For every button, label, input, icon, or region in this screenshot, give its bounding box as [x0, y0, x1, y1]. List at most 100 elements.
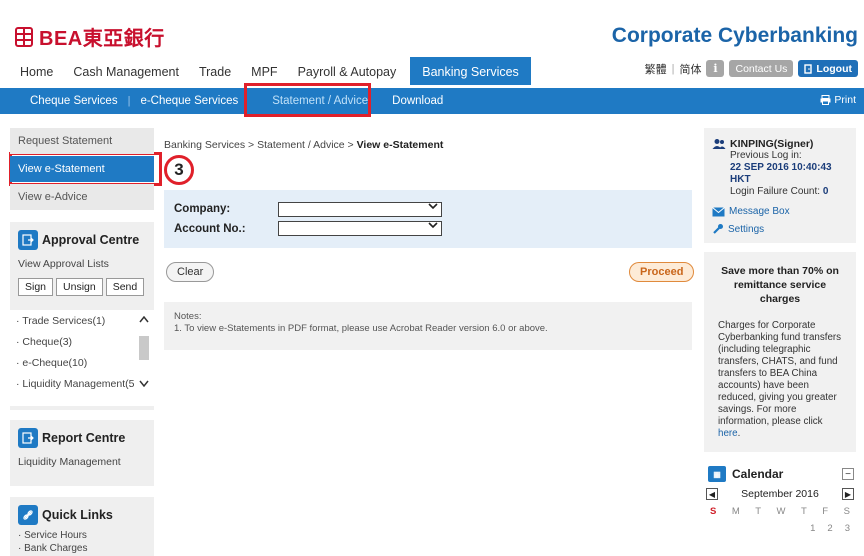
- step-number-badge: 3: [164, 155, 194, 185]
- view-approval-lists-link[interactable]: View Approval Lists: [10, 254, 154, 274]
- approval-scrollbar[interactable]: [134, 314, 154, 400]
- calendar-header: ▦ Calendar: [704, 462, 856, 486]
- approval-item-trade-services[interactable]: · Trade Services(1): [10, 310, 134, 331]
- notes-line: 1. To view e-Statements in PDF format, p…: [174, 323, 548, 334]
- previous-login-value: 22 SEP 2016 10:40:43 HKT: [730, 162, 832, 185]
- promo-title: Save more than 70% on remittance service…: [721, 265, 839, 305]
- calendar-icon: ▦: [708, 466, 726, 482]
- sidebar-item-request-statement[interactable]: Request Statement: [10, 128, 154, 154]
- subnav-e-cheque-services[interactable]: e-Cheque Services: [130, 95, 248, 107]
- subnav-cheque-services[interactable]: Cheque Services: [20, 95, 128, 107]
- promo-text: Charges for Corporate Cyberbanking fund …: [718, 320, 842, 439]
- quick-link-service-hours[interactable]: · Service Hours: [10, 529, 154, 542]
- next-month-icon[interactable]: ▶: [841, 488, 854, 500]
- approval-item-e-cheque[interactable]: · e-Cheque(10): [10, 352, 134, 373]
- approval-centre-title: Approval Centre: [10, 222, 154, 254]
- lang-simplified-link[interactable]: 简体: [679, 61, 701, 77]
- lang-separator: |: [671, 62, 675, 75]
- tab-sign[interactable]: Sign: [18, 278, 54, 296]
- nav-banking-services[interactable]: Banking Services: [410, 57, 531, 85]
- quick-links-label: Quick Links: [42, 508, 113, 522]
- printer-icon: [820, 95, 831, 105]
- scroll-down-icon[interactable]: [138, 378, 150, 388]
- notes-box: Notes: 1. To view e-Statements in PDF fo…: [164, 302, 692, 350]
- calendar-title: Calendar: [732, 467, 784, 481]
- tab-send[interactable]: Send: [105, 278, 145, 296]
- subnav-download[interactable]: Download: [382, 95, 453, 107]
- company-select[interactable]: [278, 202, 442, 217]
- notes-title: Notes:: [174, 311, 202, 322]
- clear-button[interactable]: Clear: [166, 262, 215, 282]
- approval-list: · Trade Services(1) · Cheque(3) · e-Cheq…: [10, 310, 154, 406]
- account-no-label: Account No.:: [174, 223, 246, 235]
- sidebar-menu: Request Statement View e-Statement View …: [10, 128, 154, 212]
- calendar-date[interactable]: 2: [827, 523, 832, 534]
- approval-centre-label: Approval Centre: [42, 233, 140, 247]
- user-name: KINPING(Signer): [712, 138, 848, 150]
- nav-mpf[interactable]: MPF: [241, 57, 287, 85]
- calendar-month: September 2016: [741, 488, 819, 500]
- statement-form: Company: Account No.:: [164, 190, 692, 248]
- print-button[interactable]: Print: [820, 94, 856, 106]
- logout-button[interactable]: Logout: [798, 60, 858, 77]
- approval-item-cheque[interactable]: · Cheque(3): [10, 331, 134, 352]
- weekday-label: S: [843, 506, 850, 517]
- calendar-date[interactable]: 3: [845, 523, 850, 534]
- nav-cash-management[interactable]: Cash Management: [63, 57, 189, 85]
- approval-icon: [18, 230, 38, 250]
- approval-item-liquidity-management[interactable]: · Liquidity Management(5: [10, 373, 134, 394]
- link-icon: [18, 505, 38, 525]
- contact-us-button[interactable]: Contact Us: [729, 60, 794, 77]
- proceed-button[interactable]: Proceed: [629, 262, 695, 282]
- bea-logo[interactable]: BEA東亞銀行: [13, 22, 165, 51]
- settings-link[interactable]: Settings: [712, 223, 848, 235]
- weekday-label: S: [710, 506, 717, 517]
- weekday-label: T: [800, 506, 807, 517]
- nav-payroll-autopay[interactable]: Payroll & Autopay: [288, 57, 407, 85]
- main-nav: Home Cash Management Trade MPF Payroll &…: [10, 57, 531, 85]
- nav-home[interactable]: Home: [10, 57, 63, 85]
- info-icon[interactable]: i: [706, 60, 725, 77]
- weekday-label: T: [755, 506, 762, 517]
- breadcrumb: Banking Services > Statement / Advice > …: [164, 139, 443, 151]
- calendar-widget: ▦ Calendar − ◀ September 2016 ▶ S M T W …: [704, 462, 856, 556]
- scroll-up-icon[interactable]: [138, 314, 150, 324]
- account-no-select[interactable]: [278, 221, 442, 236]
- promo-here-link[interactable]: here: [718, 428, 738, 439]
- sidebar-item-view-e-statement[interactable]: View e-Statement: [10, 156, 154, 182]
- sidebar-item-view-e-advice[interactable]: View e-Advice: [10, 184, 154, 210]
- user-group-icon: [712, 139, 726, 149]
- lang-traditional-link[interactable]: 繁體: [645, 61, 667, 77]
- nav-trade[interactable]: Trade: [189, 57, 241, 85]
- quick-links-panel: Quick Links · Service Hours · Bank Charg…: [10, 497, 154, 556]
- breadcrumb-current: View e-Statement: [356, 139, 444, 151]
- door-icon: [804, 63, 813, 74]
- weekday-label: W: [776, 506, 786, 517]
- app-title: Corporate Cyberbanking: [611, 24, 858, 47]
- sub-nav: Cheque Services | e-Cheque Services Stat…: [0, 88, 864, 114]
- logout-label: Logout: [816, 62, 852, 75]
- prev-month-icon[interactable]: ◀: [706, 488, 718, 500]
- chevron-down-icon: [428, 201, 438, 213]
- scroll-thumb[interactable]: [139, 336, 149, 360]
- tab-unsign[interactable]: Unsign: [56, 278, 103, 296]
- calendar-date[interactable]: 1: [810, 523, 815, 534]
- report-centre-title: Report Centre: [10, 420, 154, 452]
- envelope-icon: [712, 206, 725, 216]
- user-info-panel: KINPING(Signer) Previous Log in: 22 SEP …: [704, 128, 856, 243]
- promo-panel: Save more than 70% on remittance service…: [704, 252, 856, 452]
- utility-bar: 繁體 | 简体 i Contact Us Logout: [645, 60, 858, 77]
- minimize-icon[interactable]: −: [842, 468, 854, 480]
- wrench-icon: [713, 224, 723, 234]
- login-failure-count: Login Failure Count: 0: [730, 186, 829, 197]
- highlight-statement-advice: [244, 83, 371, 117]
- quick-links-title: Quick Links: [10, 497, 154, 529]
- report-liquidity-management-link[interactable]: Liquidity Management: [10, 452, 154, 472]
- chevron-down-icon: [428, 220, 438, 232]
- quick-link-bank-charges[interactable]: · Bank Charges: [10, 542, 154, 555]
- report-centre-panel: Report Centre Liquidity Management: [10, 420, 154, 486]
- approval-centre-panel: Approval Centre View Approval Lists Sign…: [10, 222, 154, 410]
- message-box-link[interactable]: Message Box: [712, 206, 848, 217]
- approval-tabs: Sign Unsign Send: [18, 278, 146, 296]
- print-label: Print: [834, 94, 856, 106]
